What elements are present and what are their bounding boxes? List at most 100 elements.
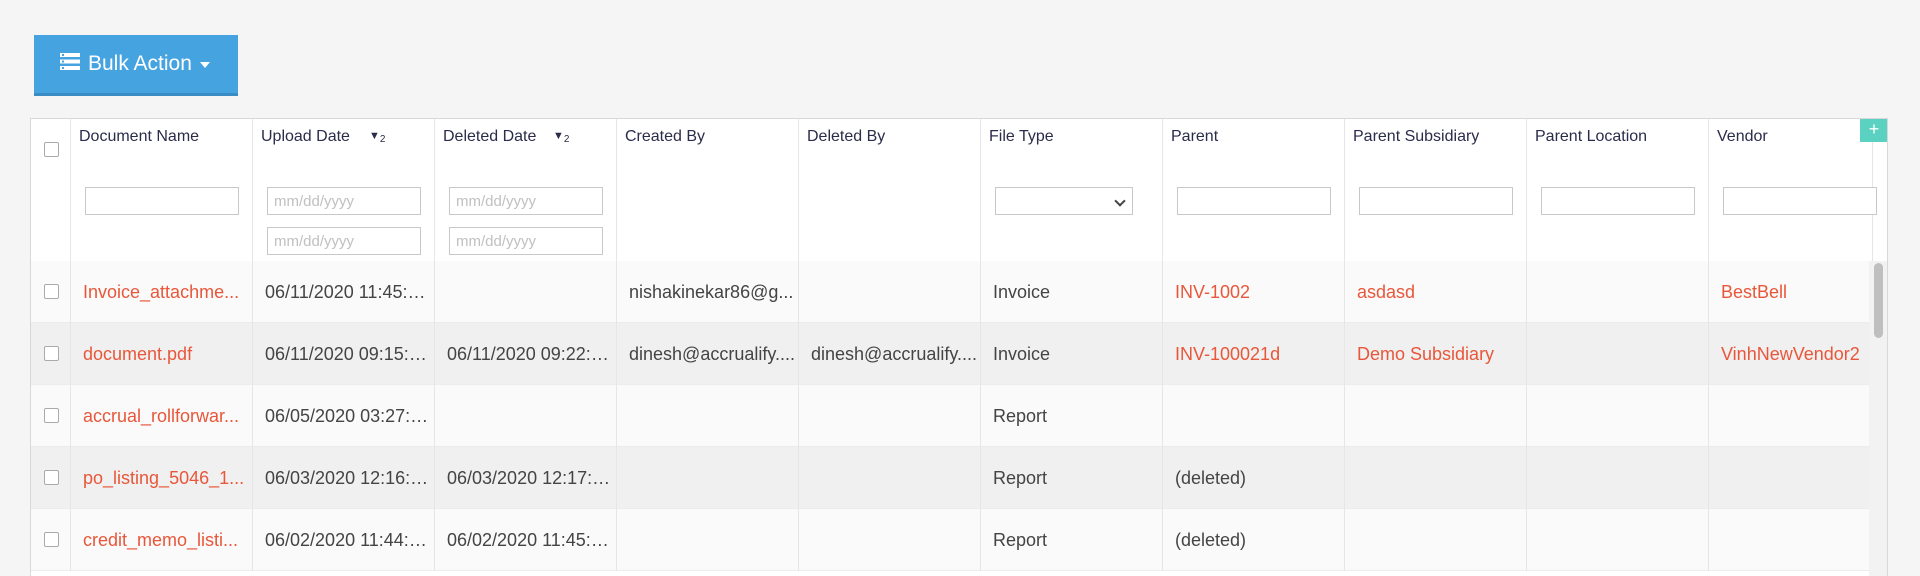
list-icon: [60, 52, 80, 76]
cell: [1527, 447, 1709, 509]
cell: [435, 385, 617, 447]
cell-link[interactable]: accrual_rollforwar...: [71, 385, 253, 447]
sort-desc-icon[interactable]: ▼2: [369, 130, 385, 145]
cell: dinesh@accrualify....: [617, 323, 799, 385]
file-type-select[interactable]: [995, 187, 1133, 215]
table-row: credit_memo_listi... 06/02/2020 11:44:40.…: [31, 509, 1873, 571]
filter-input[interactable]: [1177, 187, 1331, 215]
documents-grid: Document Name Upload Date ▼2 Deleted Date ▼2…: [30, 118, 1888, 576]
column-title[interactable]: Deleted By: [807, 128, 885, 146]
row-checkbox[interactable]: [44, 346, 59, 361]
row-checkbox[interactable]: [44, 284, 59, 299]
filter-input[interactable]: [1723, 187, 1877, 215]
cell-link[interactable]: INV-100021d: [1163, 323, 1345, 385]
column-title[interactable]: File Type: [989, 128, 1054, 146]
filter-input[interactable]: [1359, 187, 1513, 215]
filter-input[interactable]: [1541, 187, 1695, 215]
cell-link[interactable]: document.pdf: [71, 323, 253, 385]
table-row: document.pdf 06/11/2020 09:15:11 ... 06/11…: [31, 323, 1873, 385]
sort-order: 2: [563, 134, 570, 146]
cell: [617, 509, 799, 571]
row-checkbox[interactable]: [44, 532, 59, 547]
cell-link[interactable]: INV-1002: [1163, 261, 1345, 323]
column-title[interactable]: Deleted Date: [443, 128, 536, 146]
cell: [617, 385, 799, 447]
column-header: Document Name: [71, 119, 253, 261]
cell-link[interactable]: VinhNewVendor2: [1709, 323, 1873, 385]
cell-link[interactable]: asdasd: [1345, 261, 1527, 323]
cell-link[interactable]: Invoice_attachme...: [71, 261, 253, 323]
bulk-action-button[interactable]: Bulk Action: [34, 35, 238, 93]
column-title[interactable]: Document Name: [79, 128, 199, 146]
select-all-cell: [31, 119, 71, 261]
add-column-button[interactable]: +: [1860, 119, 1887, 142]
column-title[interactable]: Parent: [1171, 128, 1218, 146]
cell-link[interactable]: po_listing_5046_1...: [71, 447, 253, 509]
cell: 06/11/2020 09:22:22...: [435, 323, 617, 385]
cell: 06/05/2020 03:27:5...: [253, 385, 435, 447]
cell: [617, 447, 799, 509]
cell-link[interactable]: BestBell: [1709, 261, 1873, 323]
row-select-cell: [31, 323, 71, 385]
cell: [1527, 323, 1709, 385]
column-header: Upload Date ▼2: [253, 119, 435, 261]
column-title[interactable]: Upload Date: [261, 128, 350, 146]
date-from-input[interactable]: [449, 187, 603, 215]
row-checkbox[interactable]: [44, 470, 59, 485]
cell: [1345, 385, 1527, 447]
row-select-cell: [31, 261, 71, 323]
column-title[interactable]: Parent Location: [1535, 128, 1647, 146]
column-title[interactable]: Created By: [625, 128, 705, 146]
cell: Report: [981, 447, 1163, 509]
table-row: Invoice_attachme... 06/11/2020 11:45:02 .…: [31, 261, 1873, 323]
cell: [1709, 447, 1873, 509]
cell: [1709, 509, 1873, 571]
vertical-scrollbar[interactable]: [1869, 261, 1887, 576]
column-header: Parent Location: [1527, 119, 1709, 261]
date-from-input[interactable]: [267, 187, 421, 215]
caret-down-icon: [199, 62, 210, 68]
column-title[interactable]: Vendor: [1717, 128, 1768, 146]
cell: [1709, 385, 1873, 447]
cell: [799, 447, 981, 509]
cell: dinesh@accrualify....: [799, 323, 981, 385]
cell-link[interactable]: credit_memo_listi...: [71, 509, 253, 571]
cell: nishakinekar86@g...: [617, 261, 799, 323]
cell: Report: [981, 509, 1163, 571]
cell: (deleted): [1163, 509, 1345, 571]
table-row: po_listing_5046_1... 06/03/2020 12:16:5..…: [31, 447, 1873, 509]
column-title[interactable]: Parent Subsidiary: [1353, 128, 1479, 146]
cell: 06/11/2020 11:45:02 ...: [253, 261, 435, 323]
date-to-input[interactable]: [267, 227, 421, 255]
cell: [1527, 509, 1709, 571]
cell: 06/03/2020 12:16:5...: [253, 447, 435, 509]
filter-input[interactable]: [85, 187, 239, 215]
select-all-checkbox[interactable]: [44, 142, 59, 157]
column-header: Parent Subsidiary: [1345, 119, 1527, 261]
cell: [1527, 261, 1709, 323]
cell: [1345, 447, 1527, 509]
cell: [799, 385, 981, 447]
cell: [799, 261, 981, 323]
column-header: Parent: [1163, 119, 1345, 261]
row-select-cell: [31, 509, 71, 571]
cell: 06/03/2020 12:17:26...: [435, 447, 617, 509]
row-select-cell: [31, 447, 71, 509]
column-header: Deleted Date ▼2: [435, 119, 617, 261]
scroll-thumb[interactable]: [1874, 263, 1883, 338]
cell-link[interactable]: Demo Subsidiary: [1345, 323, 1527, 385]
grid-header: Document Name Upload Date ▼2 Deleted Date ▼2…: [31, 119, 1877, 263]
column-header: File Type: [981, 119, 1163, 261]
sort-desc-icon[interactable]: ▼2: [553, 130, 569, 145]
sort-order: 2: [379, 134, 386, 146]
row-select-cell: [31, 385, 71, 447]
cell: 06/02/2020 11:44:40...: [253, 509, 435, 571]
cell: [1345, 509, 1527, 571]
cell: (deleted): [1163, 447, 1345, 509]
row-checkbox[interactable]: [44, 408, 59, 423]
date-to-input[interactable]: [449, 227, 603, 255]
cell: Invoice: [981, 261, 1163, 323]
cell: [1527, 385, 1709, 447]
cell: Invoice: [981, 323, 1163, 385]
column-header: Created By: [617, 119, 799, 261]
